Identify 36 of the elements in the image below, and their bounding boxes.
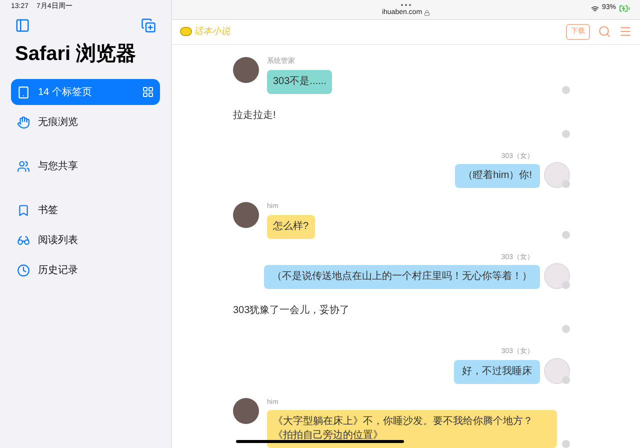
avatar: [544, 358, 570, 384]
message-bubble: 303不是......: [267, 70, 332, 94]
clock-icon: [17, 264, 30, 276]
avatar: [544, 263, 570, 289]
sidebar-item[interactable]: 无痕浏览: [11, 109, 160, 135]
narration-text: 拉走拉走!: [233, 108, 276, 122]
sidebar-item[interactable]: 阅读列表: [11, 227, 160, 253]
tablet-icon: [17, 86, 30, 98]
avatar: [233, 398, 259, 424]
search-icon[interactable]: [598, 25, 611, 38]
grid-icon: [142, 86, 154, 98]
sidebar-item[interactable]: 书签: [11, 197, 160, 223]
sidebar-item[interactable]: 历史记录: [11, 257, 160, 283]
wifi-icon: [590, 4, 599, 12]
new-tab-icon[interactable]: [141, 18, 156, 33]
sidebar-toggle-icon[interactable]: [15, 18, 30, 33]
message-bubble: （瞪着him）你!: [455, 164, 540, 188]
avatar: [544, 162, 570, 188]
sidebar-item[interactable]: 与您共享: [11, 153, 160, 179]
glasses-icon: [17, 234, 30, 246]
hand-icon: [17, 116, 30, 128]
avatar: [233, 57, 259, 83]
narration-text: 303犹豫了一会儿，妥协了: [233, 304, 350, 318]
message-bubble: 《大字型躺在床上》不，你睡沙发。要不我给你腾个地方？《拍拍自己旁边的位置》: [267, 410, 557, 448]
sidebar-item[interactable]: 14 个标签页: [11, 79, 160, 105]
message-bubble: （不是说传送地点在山上的一个村庄里吗！无心你等着！）: [264, 265, 540, 289]
message-bubble: 怎么样?: [267, 214, 315, 238]
logo-icon: [180, 27, 192, 36]
menu-icon[interactable]: [619, 25, 632, 38]
message-bubble: 好，不过我睡床: [454, 360, 540, 384]
battery-icon: [619, 3, 630, 14]
bookmark-icon: [17, 204, 30, 216]
lock-icon: [424, 10, 430, 16]
people-icon: [17, 160, 30, 172]
avatar: [233, 202, 259, 228]
sidebar-title: Safari 浏览器: [14, 42, 138, 67]
